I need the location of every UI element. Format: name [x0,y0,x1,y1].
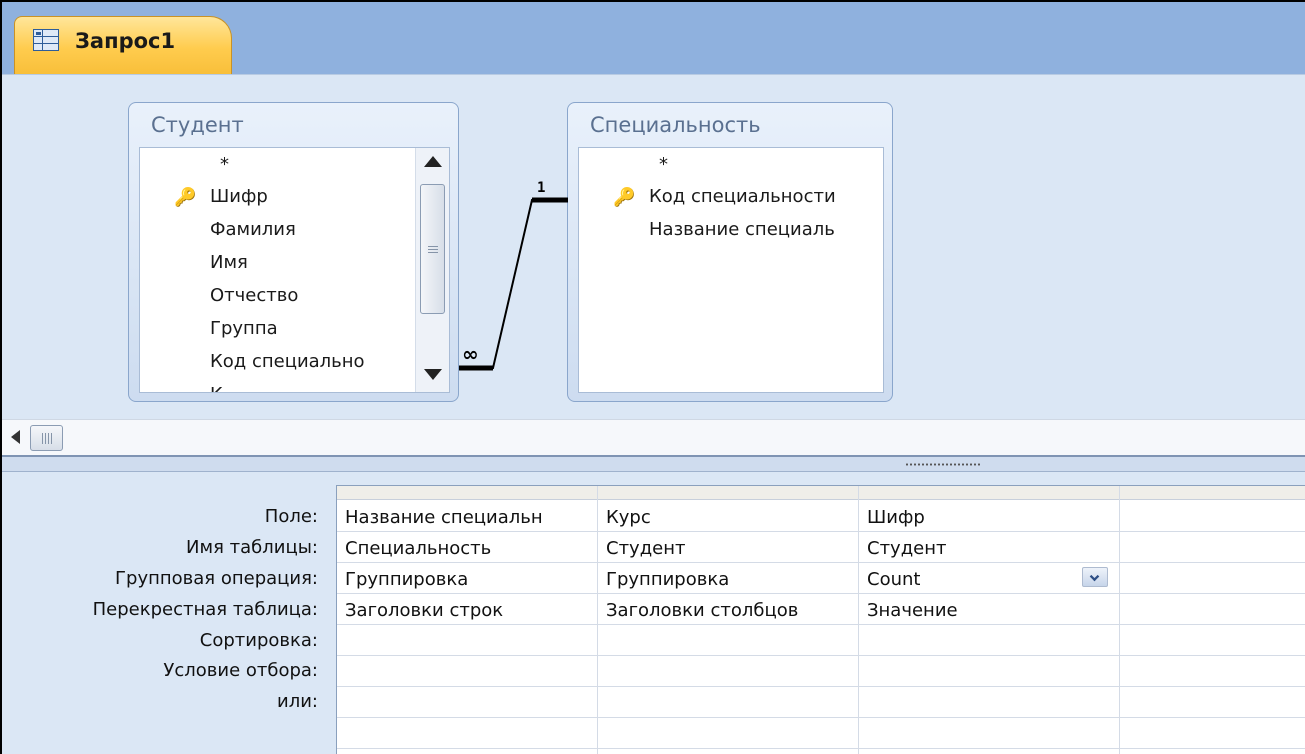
table-design-pane: Студент * 🔑 Шифр Фамилия Имя Отчество Гр… [2,74,1305,419]
grid-cell-group-2[interactable]: Группировка [606,569,858,590]
field-kurs-partial[interactable]: К [210,384,223,392]
relationship-many-label: ∞ [462,342,479,366]
table-student-field-list[interactable]: * 🔑 Шифр Фамилия Имя Отчество Группа Код… [139,147,450,393]
field-all[interactable]: * [659,154,668,175]
row-label-field: Поле: [264,506,318,527]
primary-key-icon: 🔑 [174,187,197,208]
table-specialty-title: Специальность [590,113,761,137]
relationship-one-label: 1 [537,180,545,196]
scroll-down-icon[interactable] [424,369,442,380]
chevron-down-icon[interactable] [1082,567,1108,587]
relationship-line[interactable]: 1 ∞ [452,165,582,395]
row-label-sort: Сортировка: [199,630,318,651]
field-imya[interactable]: Имя [210,252,248,273]
row-label-group: Групповая операция: [115,568,318,589]
table-student-scrollbar[interactable] [415,148,449,392]
grid-cell-group-1[interactable]: Группировка [345,569,597,590]
grid-cell-crosstab-3[interactable]: Значение [867,600,1119,621]
query-grid-pane: Поле: Имя таблицы: Групповая операция: П… [2,472,1305,754]
field-kod-specialnosti[interactable]: Код специальности [649,186,836,207]
scroll-thumb[interactable] [30,425,63,451]
grid-cell-field-3[interactable]: Шифр [867,507,1119,528]
field-gruppa[interactable]: Группа [210,318,278,339]
grid-cell-table-1[interactable]: Специальность [345,538,597,559]
field-otchestvo[interactable]: Отчество [210,285,298,306]
grid-cell-group-3[interactable]: Count [867,569,1077,590]
grid-cell-table-2[interactable]: Студент [606,538,858,559]
scroll-thumb[interactable] [420,184,445,314]
table-student-title: Студент [151,113,244,137]
scroll-up-icon[interactable] [424,156,442,167]
grid-cell-crosstab-1[interactable]: Заголовки строк [345,600,597,621]
table-student[interactable]: Студент * 🔑 Шифр Фамилия Имя Отчество Гр… [128,102,459,402]
column-selector-row[interactable] [337,486,1305,500]
splitter-grip-icon [905,463,981,466]
grid-cell-table-3[interactable]: Студент [867,538,1119,559]
tab-query1[interactable]: Запрос1 [14,16,232,74]
pane-splitter[interactable] [2,455,1305,472]
grid-cell-field-2[interactable]: Курс [606,507,858,528]
grid-cell-field-1[interactable]: Название специальн [345,507,597,528]
grid-cell-crosstab-2[interactable]: Заголовки столбцов [606,600,858,621]
field-shifr[interactable]: Шифр [210,186,268,207]
field-kod-specialnosti[interactable]: Код специально [210,351,365,372]
field-nazvanie-specialnosti[interactable]: Название специаль [649,219,835,240]
tab-label: Запрос1 [75,29,176,53]
query-icon [33,29,59,51]
row-label-criteria: Условие отбора: [163,660,318,681]
row-label-crosstab: Перекрестная таблица: [92,599,318,620]
query-design-window: Запрос1 Студент * 🔑 Шифр Фамилия Имя Отч… [0,0,1305,754]
field-all[interactable]: * [220,154,229,175]
row-label-table: Имя таблицы: [186,537,318,558]
primary-key-icon: 🔑 [613,187,636,208]
row-label-or: или: [277,691,318,712]
table-specialty-field-list[interactable]: * 🔑 Код специальности Название специаль [578,147,884,393]
design-horizontal-scrollbar[interactable] [2,419,1305,455]
table-specialty[interactable]: Специальность * 🔑 Код специальности Назв… [567,102,893,402]
query-design-grid[interactable]: Название специальн Специальность Группир… [336,485,1305,754]
scroll-left-icon[interactable] [11,430,20,444]
document-tab-bar: Запрос1 [2,2,1305,74]
field-familiya[interactable]: Фамилия [210,219,296,240]
